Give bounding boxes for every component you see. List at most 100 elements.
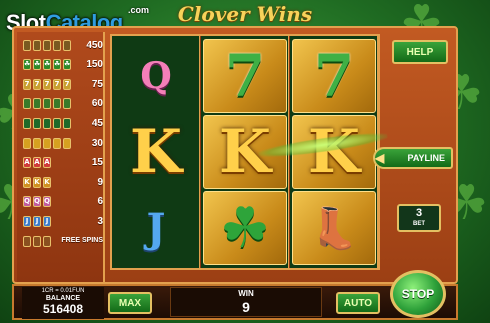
paytable-icons xyxy=(23,39,71,51)
paytable-row: QQQ 6 xyxy=(23,195,103,209)
right-panel: HELP ◀ PAYLINE 3 BET xyxy=(373,34,455,270)
paytable-row: 450 xyxy=(23,38,103,52)
paytable-row: 7 7 7 7 7 75 xyxy=(23,77,103,91)
seven-icon: 7 xyxy=(33,78,41,90)
reel-cell: K xyxy=(114,115,198,189)
balance-box: 1CR = 0.01FUN BALANCE 516408 xyxy=(22,287,104,319)
paytable-row: KKK 9 xyxy=(23,175,103,189)
paytable-row: 30 xyxy=(23,136,103,150)
paytable-row: 45 xyxy=(23,116,103,130)
hat-icon xyxy=(53,117,61,129)
bar-icon xyxy=(63,39,71,51)
k-icon: K xyxy=(43,176,51,188)
a-icon: A xyxy=(43,157,51,169)
gold-icon xyxy=(23,137,31,149)
q-icon: Q xyxy=(33,196,41,208)
paytable-value: 75 xyxy=(91,78,103,90)
clover-icon: ☘ xyxy=(43,59,51,71)
bar-icon xyxy=(33,39,41,51)
clover-symbol-icon: ☘ xyxy=(219,196,271,259)
hat-icon xyxy=(33,117,41,129)
game-title: Clover Wins xyxy=(177,2,313,26)
gold-icon xyxy=(43,137,51,149)
paytable-value: 60 xyxy=(91,98,103,110)
j-icon: J xyxy=(43,215,51,227)
scatter-icon xyxy=(33,235,41,247)
seven-icon: 7 xyxy=(23,78,31,90)
paytable-value: 3 xyxy=(97,215,103,227)
credit-rate: 1CR = 0.01FUN xyxy=(41,288,85,294)
paytable-icons xyxy=(23,117,71,129)
paytable-icons xyxy=(23,137,71,149)
bar-icon xyxy=(23,39,31,51)
boot-icon xyxy=(23,98,31,110)
clover-icon: ☘ xyxy=(53,59,61,71)
paytable: 450 ☘ ☘ ☘ ☘ ☘ 150 7 7 7 7 7 75 60 45 30 A A A 15 K K K 9 Q Q Q 6 J J J… xyxy=(17,32,105,282)
help-button[interactable]: HELP xyxy=(392,40,448,64)
arrow-left-icon: ◀ xyxy=(375,151,385,165)
watermark-suffix: .com xyxy=(128,5,150,15)
paytable-icons: 77777 xyxy=(23,78,71,90)
j-icon: J xyxy=(23,215,31,227)
seven-icon: 7 xyxy=(63,78,71,90)
paytable-value: 150 xyxy=(86,59,103,71)
paytable-value: FREE SPINS xyxy=(61,237,103,244)
paytable-icons: KKK xyxy=(23,176,51,188)
reel-cell: J xyxy=(114,191,198,265)
paytable-value: 15 xyxy=(91,157,103,169)
paytable-value: 9 xyxy=(97,176,103,188)
payline-button[interactable]: ◀ PAYLINE xyxy=(373,147,453,169)
stop-button[interactable]: STOP xyxy=(390,270,446,318)
scatter-icon xyxy=(43,235,51,247)
q-icon: Q xyxy=(43,196,51,208)
boot-icon xyxy=(53,98,61,110)
payline-label: PAYLINE xyxy=(407,153,445,163)
clover-icon: ☘ xyxy=(23,59,31,71)
paytable-row: A A A 15 xyxy=(23,156,103,170)
paytable-icons xyxy=(23,235,51,247)
boot-icon xyxy=(43,98,51,110)
clover-icon: ☘ xyxy=(33,59,41,71)
bet-value: 3 xyxy=(415,207,423,219)
k-icon: K xyxy=(23,176,31,188)
q-symbol: Q xyxy=(140,55,172,97)
paytable-icons: QQQ xyxy=(23,196,51,208)
paytable-row: 60 xyxy=(23,97,103,111)
autoplay-button[interactable]: AUTO xyxy=(336,292,380,314)
j-symbol: J xyxy=(146,204,166,252)
paytable-row: FREE SPINS xyxy=(23,234,103,248)
bet-display[interactable]: 3 BET xyxy=(397,204,441,232)
paytable-value: 45 xyxy=(91,117,103,129)
win-value: 9 xyxy=(242,299,250,315)
a-icon: A xyxy=(33,157,41,169)
q-icon: Q xyxy=(23,196,31,208)
boot-icon xyxy=(33,98,41,110)
reel-cell: 7 xyxy=(292,39,376,113)
gold-icon xyxy=(53,137,61,149)
paytable-icons xyxy=(23,98,71,110)
reel-cell: Q xyxy=(114,39,198,113)
paytable-icons: ☘ ☘ ☘ ☘ ☘ xyxy=(23,59,71,71)
max-bet-button[interactable]: MAX xyxy=(108,292,152,314)
seven-icon: 7 xyxy=(43,78,51,90)
gold-icon xyxy=(63,137,71,149)
reel-cell: ☘ xyxy=(203,191,287,265)
seven-icon: 7 xyxy=(53,78,61,90)
win-label: WIN xyxy=(238,289,254,298)
balance-value: 516408 xyxy=(42,302,84,316)
seven-symbol: 7 xyxy=(313,42,355,110)
paytable-row: JJJ 3 xyxy=(23,214,103,228)
bet-label: BET xyxy=(413,221,425,227)
gold-icon xyxy=(33,137,41,149)
reel-cell: 👢 xyxy=(292,191,376,265)
win-box: WIN 9 xyxy=(170,287,322,317)
seven-symbol: 7 xyxy=(224,42,266,110)
clover-icon: ☘ xyxy=(63,59,71,71)
k-symbol: K xyxy=(129,117,183,187)
hat-icon xyxy=(63,117,71,129)
paytable-value: 30 xyxy=(91,137,103,149)
scatter-icon xyxy=(23,235,31,247)
boot-symbol-icon: 👢 xyxy=(309,206,359,251)
bar-icon xyxy=(43,39,51,51)
reel-cell: 7 xyxy=(203,39,287,113)
